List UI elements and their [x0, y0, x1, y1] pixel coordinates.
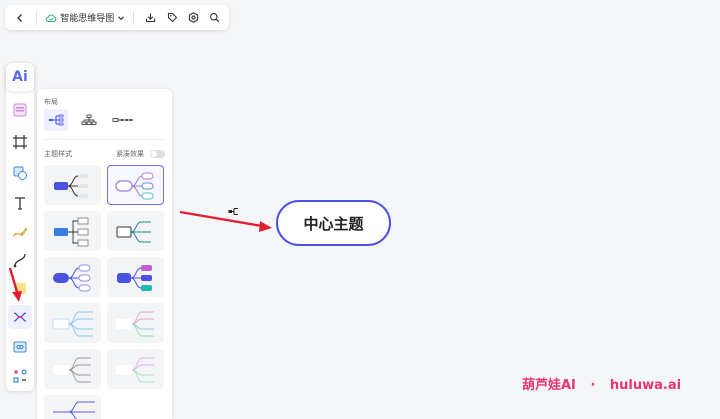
watermark: 葫芦娃AI · huluwa.ai [522, 374, 681, 393]
watermark-site: huluwa.ai [609, 378, 682, 393]
watermark-dot: · [590, 378, 596, 393]
annotation-arrow-to-node [179, 210, 272, 232]
annotation-arrow-to-mindmap [8, 267, 22, 302]
mindmap-cursor-icon [228, 208, 238, 215]
central-topic-node[interactable]: 中心主题 [276, 200, 391, 246]
central-topic-label: 中心主题 [303, 214, 364, 233]
watermark-brand: 葫芦娃AI [522, 378, 576, 393]
